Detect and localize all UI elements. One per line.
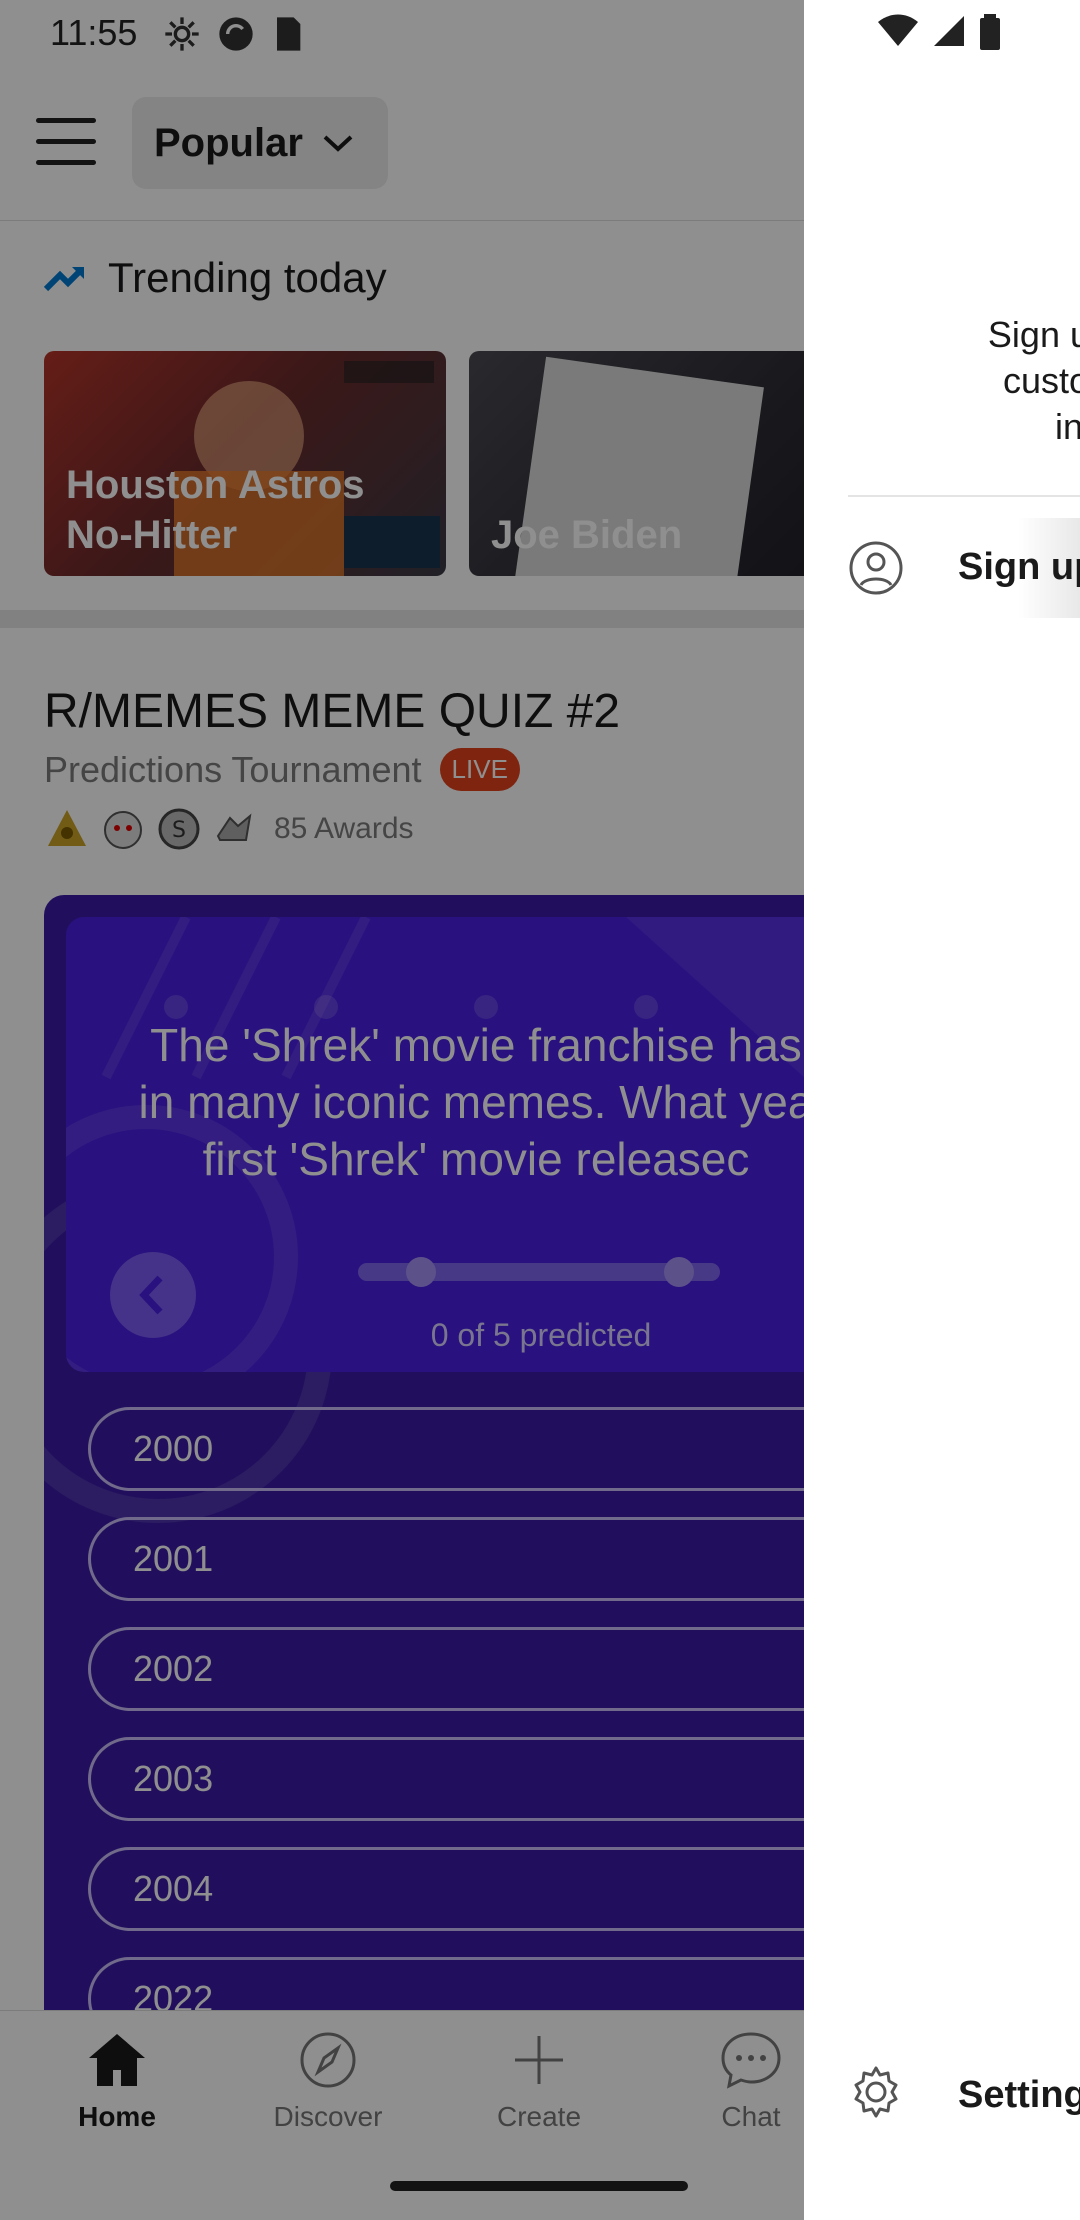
wifi-icon	[878, 14, 918, 46]
drawer-scrim[interactable]	[0, 0, 804, 2220]
settings-label: Settings	[958, 2074, 1080, 2116]
signal-icon	[934, 16, 964, 46]
user-icon	[849, 541, 903, 595]
drawer-blurb: Sign up to u customize inte	[987, 314, 1080, 447]
gear-icon	[854, 2066, 898, 2118]
battery-icon	[980, 14, 1000, 50]
sign-up-label: Sign up	[958, 546, 1080, 588]
sign-up-button[interactable]: Sign up	[848, 518, 1080, 618]
drawer-divider	[848, 495, 1080, 497]
settings-button[interactable]: Settings	[848, 2040, 1080, 2140]
account-drawer: Sign up to u customize inte Sign up Sett…	[804, 0, 1080, 2220]
status-icons	[876, 14, 1002, 50]
